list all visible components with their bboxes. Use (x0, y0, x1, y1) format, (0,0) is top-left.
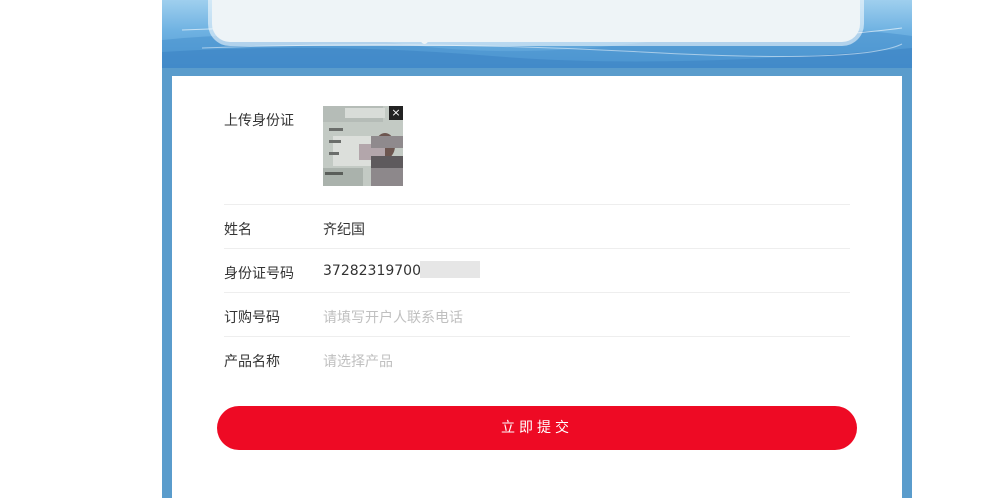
idnum-label: 身份证号码 (224, 266, 294, 282)
order-row: 订购号码 请填写开户人联系电话 (224, 293, 850, 337)
name-row: 姓名 齐纪国 (224, 205, 850, 249)
header-banner (162, 0, 912, 68)
idnum-value[interactable]: 37282319700 (323, 263, 421, 279)
name-label: 姓名 (224, 222, 252, 238)
submit-button[interactable]: 立即提交 (217, 406, 857, 450)
order-label: 订购号码 (224, 310, 280, 326)
upload-label: 上传身份证 (224, 113, 294, 129)
banner-card (212, 0, 860, 42)
form-card: 上传身份证 × 姓名 齐纪国 身份证号码 37282319700 订购号码 请填… (172, 76, 902, 498)
product-label: 产品名称 (224, 354, 280, 370)
idnum-redaction (420, 261, 480, 278)
order-input[interactable]: 请填写开户人联系电话 (323, 307, 463, 327)
idnum-row: 身份证号码 37282319700 (224, 249, 850, 293)
app-frame: 上传身份证 × 姓名 齐纪国 身份证号码 37282319700 订购号码 请填… (162, 0, 912, 498)
close-icon: × (391, 106, 401, 119)
product-select[interactable]: 请选择产品 (323, 351, 393, 371)
product-row: 产品名称 请选择产品 (224, 337, 850, 380)
upload-row: 上传身份证 × (224, 76, 850, 205)
name-value[interactable]: 齐纪国 (323, 219, 365, 239)
remove-photo-button[interactable]: × (389, 106, 403, 120)
id-card-thumbnail[interactable]: × (323, 106, 403, 186)
